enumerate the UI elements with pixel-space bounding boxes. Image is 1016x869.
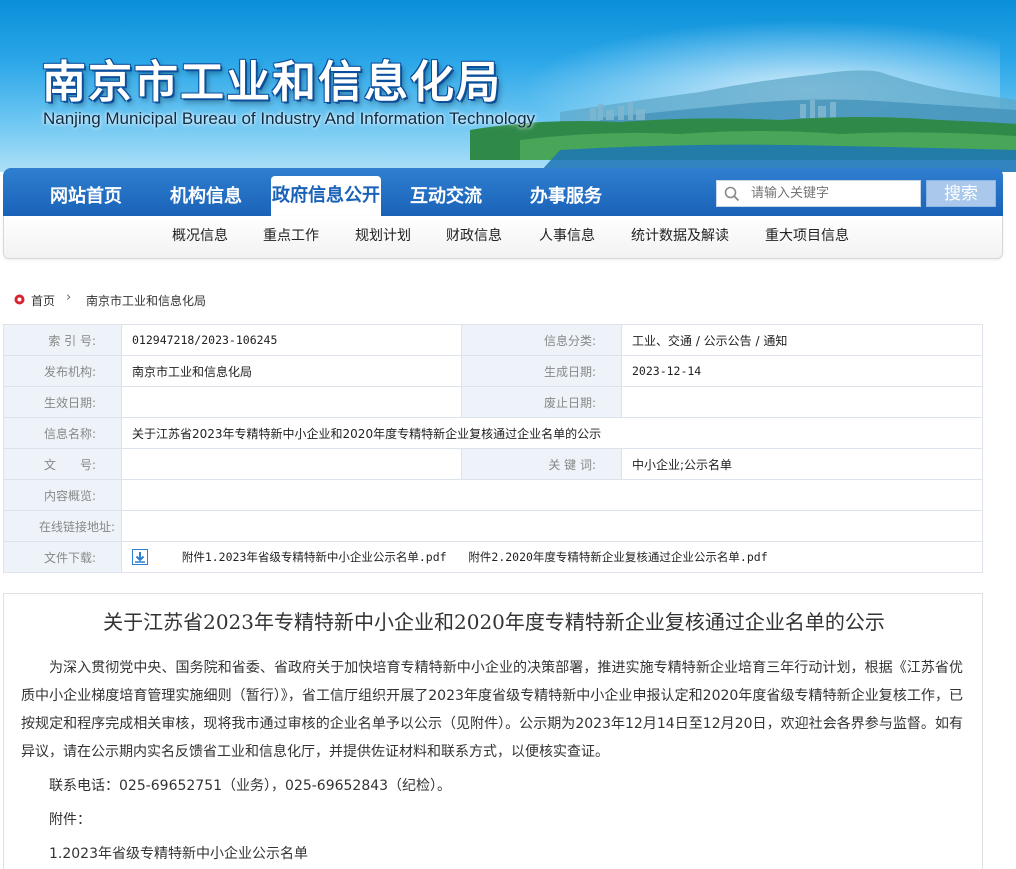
download-cell: 附件1.2023年省级专精特新中小企业公示名单.pdf 附件2.2020年度专精…	[121, 541, 983, 573]
subnav-statistics[interactable]: 统计数据及解读	[631, 216, 729, 256]
search-icon	[724, 186, 740, 202]
download-icon[interactable]	[132, 549, 148, 566]
site-banner: 南京市工业和信息化局 Nanjing Municipal Bureau of I…	[0, 0, 1016, 172]
category-label: 信息分类:	[461, 324, 622, 356]
subnav-finance[interactable]: 财政信息	[446, 216, 502, 256]
info-meta-table: 索 引 号: 012947218/2023-106245 信息分类: 工业、交通…	[3, 324, 983, 573]
breadcrumb-home[interactable]: 首页	[31, 292, 55, 309]
article-title: 关于江苏省2023年专精特新中小企业和2020年度专精特新企业复核通过企业名单的…	[103, 610, 885, 634]
publisher-label: 发布机构:	[3, 355, 122, 387]
article-body: 为深入贯彻党中央、国务院和省委、省政府关于加快培育专精特新中小企业的决策部署，推…	[21, 654, 963, 868]
subnav-overview[interactable]: 概况信息	[172, 216, 228, 256]
attachment-link-1[interactable]: 附件1.2023年省级专精特新中小企业公示名单.pdf	[182, 550, 447, 564]
table-row: 信息名称: 关于江苏省2023年专精特新中小企业和2020年度专精特新企业复核通…	[3, 417, 983, 449]
search-input[interactable]	[751, 181, 917, 206]
index-value: 012947218/2023-106245	[121, 324, 462, 356]
name-label: 信息名称:	[3, 417, 122, 449]
search-box	[716, 180, 921, 207]
attachment-link-2[interactable]: 附件2.2020年度专精特新企业复核通过企业公示名单.pdf	[468, 550, 767, 564]
site-title-cn: 南京市工业和信息化局	[42, 57, 502, 108]
effective-label: 生效日期:	[3, 386, 122, 418]
table-row: 索 引 号: 012947218/2023-106245 信息分类: 工业、交通…	[3, 324, 983, 356]
link-value	[121, 510, 983, 542]
nav-services[interactable]: 办事服务	[519, 168, 613, 216]
search-button[interactable]: 搜索	[926, 180, 996, 207]
subnav-planning[interactable]: 规划计划	[355, 216, 411, 256]
keywords-label: 关 键 词:	[461, 448, 622, 480]
table-row: 发布机构: 南京市工业和信息化局 生成日期: 2023-12-14	[3, 355, 983, 387]
nav-home[interactable]: 网站首页	[39, 168, 133, 216]
attachment-heading: 附件：	[49, 812, 91, 828]
keywords-value: 中小企业;公示名单	[621, 448, 983, 480]
expire-label: 废止日期:	[461, 386, 622, 418]
index-label: 索 引 号:	[3, 324, 122, 356]
name-value: 关于江苏省2023年专精特新中小企业和2020年度专精特新企业复核通过企业名单的…	[121, 417, 983, 449]
table-row: 在线链接地址:	[3, 510, 983, 542]
article-panel: 关于江苏省2023年专精特新中小企业和2020年度专精特新企业复核通过企业名单的…	[3, 593, 983, 869]
nav-gov-info-public[interactable]: 政府信息公开	[271, 176, 381, 216]
chevron-right-icon: ›	[66, 290, 72, 305]
subnav-major-projects[interactable]: 重大项目信息	[765, 216, 849, 256]
expire-value	[621, 386, 983, 418]
table-row: 文件下载: 附件1.2023年省级专精特新中小企业公示名单.pdf 附件2.20…	[3, 541, 983, 573]
created-value: 2023-12-14	[621, 355, 983, 387]
created-label: 生成日期:	[461, 355, 622, 387]
nav-interaction[interactable]: 互动交流	[399, 168, 493, 216]
attachment-item-1[interactable]: 1.2023年省级专精特新中小企业公示名单	[21, 840, 963, 868]
link-label: 在线链接地址:	[3, 510, 122, 542]
main-nav: 网站首页 机构信息 政府信息公开 互动交流 办事服务 搜索	[3, 168, 1003, 216]
summary-value	[121, 479, 983, 511]
table-row: 文 号: 关 键 词: 中小企业;公示名单	[3, 448, 983, 480]
nav-organization[interactable]: 机构信息	[159, 168, 253, 216]
category-value: 工业、交通 / 公示公告 / 通知	[621, 324, 983, 356]
subnav-key-work[interactable]: 重点工作	[263, 216, 319, 256]
site-title-en: Nanjing Municipal Bureau of Industry And…	[43, 109, 536, 128]
subnav-personnel[interactable]: 人事信息	[539, 216, 595, 256]
docno-value	[121, 448, 462, 480]
table-row: 内容概览:	[3, 479, 983, 511]
sub-nav: 概况信息 重点工作 规划计划 财政信息 人事信息 统计数据及解读 重大项目信息	[3, 216, 1003, 259]
contact-line: 联系电话：025-69652751（业务），025-69652843（纪检）。	[49, 778, 452, 794]
summary-label: 内容概览:	[3, 479, 122, 511]
location-dot-icon	[14, 294, 25, 305]
effective-value	[121, 386, 462, 418]
publisher-value: 南京市工业和信息化局	[121, 355, 462, 387]
download-label: 文件下载:	[3, 541, 122, 573]
breadcrumb-current[interactable]: 南京市工业和信息化局	[86, 292, 206, 309]
docno-label: 文 号:	[3, 448, 122, 480]
article-paragraph: 为深入贯彻党中央、国务院和省委、省政府关于加快培育专精特新中小企业的决策部署，推…	[21, 660, 963, 760]
table-row: 生效日期: 废止日期:	[3, 386, 983, 418]
